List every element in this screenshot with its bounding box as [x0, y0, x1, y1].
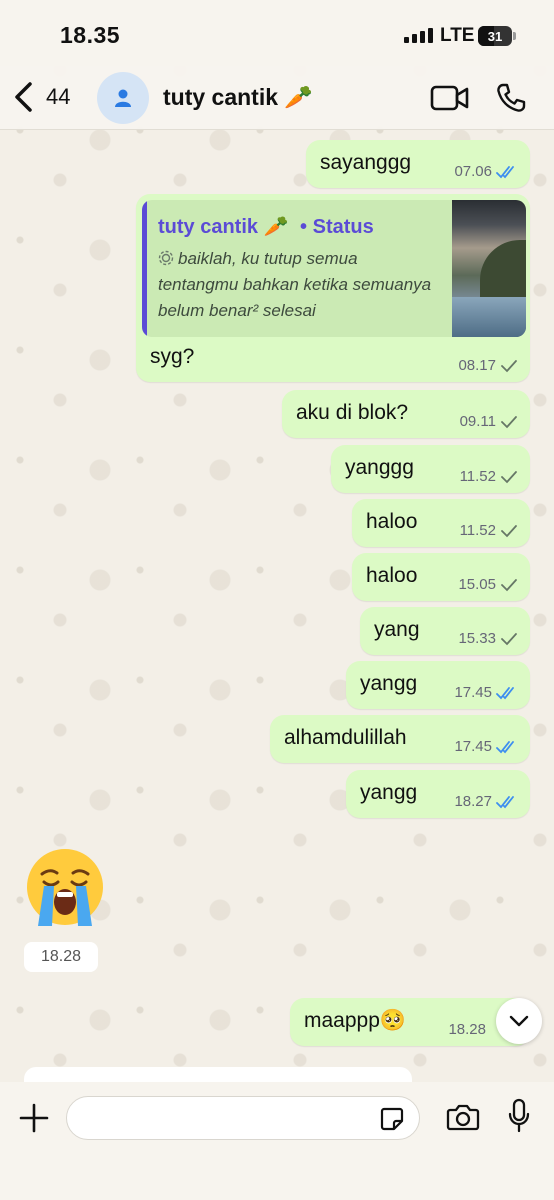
message-time: 15.05 — [458, 576, 496, 593]
message-list[interactable]: sayanggg 07.06 tuty cantik 🥕 • Status ba… — [0, 130, 554, 1087]
plus-icon[interactable] — [18, 1102, 50, 1134]
message-time: 18.28 — [448, 1021, 486, 1038]
check-icon — [501, 470, 517, 483]
status-time: 18.35 — [60, 22, 121, 48]
message-time: 07.06 — [454, 163, 492, 180]
signal-icon — [404, 28, 433, 43]
contact-name[interactable]: tuty cantik 🥕 — [163, 84, 313, 111]
message-text: yanggg — [345, 456, 414, 479]
scroll-to-bottom-button[interactable] — [496, 998, 542, 1044]
message-text: haloo — [366, 510, 418, 533]
message-bubble[interactable]: maappp🥺 18.28 — [290, 998, 530, 1046]
message-bubble[interactable]: haloo 11.52 — [352, 499, 530, 547]
message-bubble[interactable]: sayanggg 07.06 — [306, 140, 530, 188]
avatar[interactable] — [97, 72, 149, 124]
status-thumbnail — [452, 200, 526, 337]
microphone-icon[interactable] — [507, 1098, 531, 1134]
message-bubble[interactable]: yangg 17.45 — [346, 661, 530, 709]
composer-bar — [0, 1082, 554, 1200]
message-bubble-with-reply[interactable]: tuty cantik 🥕 • Status baiklah, ku tutup… — [136, 194, 530, 382]
phone-icon[interactable] — [495, 82, 527, 114]
message-text: yang — [374, 618, 420, 641]
double-check-icon — [496, 686, 514, 699]
message-text: aku di blok? — [296, 401, 409, 424]
network-label: LTE — [440, 25, 475, 46]
message-bubble[interactable]: aku di blok? 09.11 — [282, 390, 530, 438]
message-text: maappp🥺 — [304, 1009, 407, 1032]
quote-author: tuty cantik 🥕 • Status — [158, 216, 374, 238]
check-icon — [501, 578, 517, 591]
message-text: yangg — [360, 781, 418, 804]
chevron-left-icon — [15, 82, 32, 112]
message-bubble[interactable]: haloo 15.05 — [352, 553, 530, 601]
double-check-icon — [496, 165, 514, 178]
check-icon — [501, 415, 517, 428]
person-icon — [115, 89, 131, 107]
message-bubble[interactable]: yang 15.33 — [360, 607, 530, 655]
message-text: syg? — [150, 345, 195, 368]
battery-level: 31 — [487, 28, 503, 44]
message-text: yangg — [360, 672, 418, 695]
message-time: 17.45 — [454, 684, 492, 701]
status-reply-quote[interactable]: tuty cantik 🥕 • Status baiklah, ku tutup… — [142, 200, 526, 337]
message-text: haloo — [366, 564, 418, 587]
message-time: 15.33 — [458, 630, 496, 647]
message-time: 08.17 — [458, 357, 496, 374]
quote-text: baiklah, ku tutup semua tentangmu bahkan… — [158, 249, 432, 320]
crying-face-emoji[interactable] — [24, 846, 106, 928]
double-check-icon — [496, 740, 514, 753]
incoming-time: 18.28 — [24, 942, 98, 972]
message-bubble[interactable]: yangg 18.27 — [346, 770, 530, 818]
message-time: 11.52 — [459, 468, 496, 485]
camera-icon[interactable] — [446, 1102, 480, 1132]
check-icon — [501, 632, 517, 645]
message-bubble[interactable]: yanggg 11.52 — [331, 445, 530, 493]
check-icon — [501, 524, 517, 537]
message-time: 17.45 — [454, 738, 492, 755]
message-text: sayanggg — [320, 151, 412, 174]
message-bubble[interactable]: alhamdulillah 17.45 — [270, 715, 530, 763]
chevron-down-icon — [509, 1015, 529, 1027]
sticker-icon[interactable] — [379, 1106, 405, 1132]
back-button[interactable]: 44 — [10, 80, 70, 114]
message-time: 11.52 — [459, 522, 496, 539]
chat-header: 44 tuty cantik 🥕 — [0, 66, 554, 130]
message-text: alhamdulillah — [284, 726, 407, 749]
video-call-icon[interactable] — [430, 84, 470, 112]
battery-icon: 31 — [478, 26, 516, 46]
unread-count: 44 — [46, 84, 71, 109]
message-time: 09.11 — [459, 413, 496, 430]
status-bar: 18.35 LTE 31 — [0, 0, 554, 66]
status-icon — [158, 250, 174, 266]
message-time: 18.27 — [454, 793, 492, 810]
double-check-icon — [496, 795, 514, 808]
message-input[interactable] — [66, 1096, 420, 1140]
check-icon — [501, 359, 517, 372]
